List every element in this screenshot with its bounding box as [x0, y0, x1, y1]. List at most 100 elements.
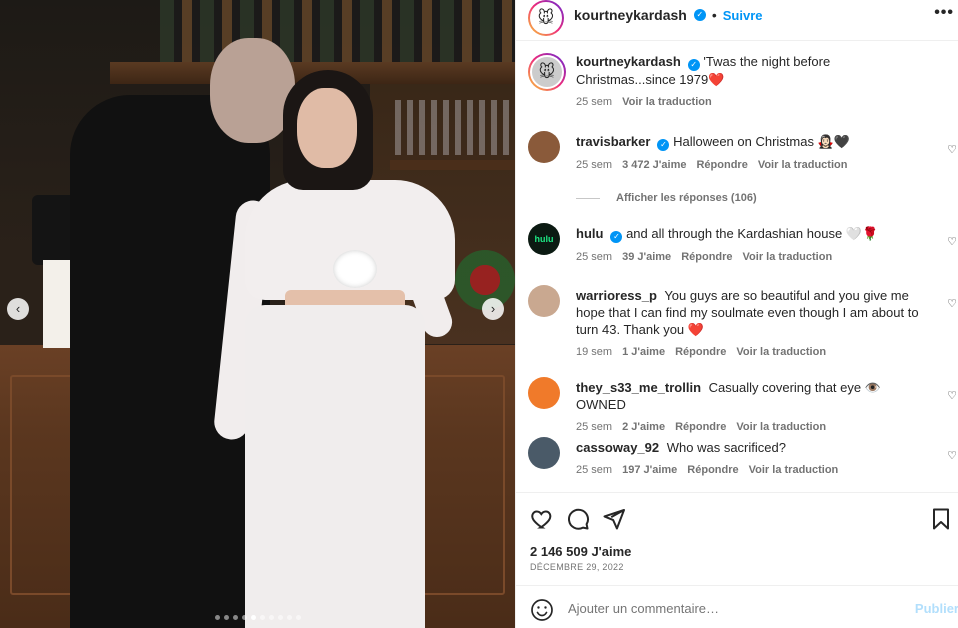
comment-username[interactable]: travisbarker	[576, 134, 650, 149]
comment-time[interactable]: 25 sem	[576, 421, 612, 433]
likes-count[interactable]: 2 146 509 J'aime	[530, 544, 631, 559]
reply-button[interactable]: Répondre	[675, 421, 726, 433]
hulu-logo: hulu	[534, 234, 554, 244]
comment-item: cassoway_92 Who was sacrificed? 25 sem 1…	[528, 437, 957, 476]
heart-emoji: ❤️	[708, 72, 725, 87]
bookmark-icon[interactable]	[929, 507, 953, 531]
translate-link[interactable]: Voir la traduction	[622, 96, 712, 108]
bar-shelf-lower	[390, 160, 515, 170]
comment-text: Halloween on Christmas 🧛🏻‍♀️🖤	[673, 134, 850, 149]
translate-link[interactable]: Voir la traduction	[736, 346, 826, 358]
glasses-row	[395, 100, 510, 155]
verified-icon: ✓	[657, 139, 670, 151]
avatar[interactable]	[528, 131, 560, 163]
comment-item: they_s33_me_trollin Casually covering th…	[528, 377, 957, 433]
caption-username[interactable]: kourtneykardash	[576, 54, 681, 69]
avatar[interactable]	[528, 437, 560, 469]
post-header: 🐭 kourtneykardash ✓ • Suivre •••	[516, 0, 958, 36]
like-comment-icon[interactable]: ♡	[947, 143, 957, 156]
comment-username[interactable]: they_s33_me_trollin	[576, 380, 701, 395]
reply-button[interactable]: Répondre	[696, 159, 747, 171]
like-comment-icon[interactable]: ♡	[947, 235, 957, 248]
like-comment-icon[interactable]: ♡	[947, 389, 957, 402]
more-options-icon[interactable]: •••	[934, 4, 954, 22]
comment-time[interactable]: 19 sem	[576, 346, 612, 358]
post-photo: ‹ ›	[0, 0, 515, 628]
carousel-dot	[259, 615, 265, 620]
reply-button[interactable]: Répondre	[675, 346, 726, 358]
comment-bubble-icon[interactable]	[566, 507, 590, 531]
comment-likes[interactable]: 39 J'aime	[622, 251, 671, 263]
reply-button[interactable]: Répondre	[681, 251, 732, 263]
comment-time[interactable]: 25 sem	[576, 464, 612, 476]
post-actions: 2 146 509 J'aime DÉCEMBRE 29, 2022 Publi…	[516, 492, 958, 628]
like-comment-icon[interactable]: ♡	[947, 297, 957, 310]
post-date: DÉCEMBRE 29, 2022	[530, 562, 624, 572]
translate-link[interactable]: Voir la traduction	[749, 464, 839, 476]
post-sidebar: 🐭 kourtneykardash ✓ • Suivre ••• 🐭 kourt…	[515, 0, 958, 628]
comment-time[interactable]: 25 sem	[576, 159, 612, 171]
carousel-dot	[277, 615, 283, 620]
carousel-dot	[223, 615, 229, 620]
comment-time[interactable]: 25 sem	[576, 251, 612, 263]
carousel-dot	[250, 615, 256, 620]
replies-line	[576, 197, 600, 199]
verified-icon: ✓	[610, 231, 623, 243]
show-replies-label: Afficher les réponses (106)	[616, 192, 757, 204]
avatar[interactable]: hulu	[528, 223, 560, 255]
carousel-dot	[232, 615, 238, 620]
carousel-dot	[295, 615, 301, 620]
verified-icon: ✓	[693, 9, 706, 21]
comment-text: Who was sacrificed?	[666, 440, 786, 455]
comment-likes[interactable]: 2 J'aime	[622, 421, 665, 433]
avatar[interactable]: 🐭	[530, 2, 562, 34]
follow-button[interactable]: Suivre	[723, 8, 763, 23]
woman-face	[297, 88, 357, 168]
separator: •	[711, 7, 717, 23]
comment-likes[interactable]: 1 J'aime	[622, 346, 665, 358]
carousel-dot	[268, 615, 274, 620]
instagram-post-modal: ‹ › 🐭 kourtneykardash ✓ • Suivre ••• 🐭 k…	[0, 0, 958, 628]
avatar[interactable]	[528, 377, 560, 409]
caption-time[interactable]: 25 sem	[576, 96, 612, 108]
translate-link[interactable]: Voir la traduction	[736, 421, 826, 433]
bottles-background	[160, 0, 515, 62]
like-heart-icon[interactable]	[530, 507, 554, 531]
carousel-next-button[interactable]: ›	[482, 298, 504, 320]
story-ring[interactable]: 🐭	[528, 0, 564, 36]
comments-list[interactable]: 🐭 kourtneykardash ✓ 'Twas the night befor…	[516, 40, 958, 492]
minnie-avatar-icon: 🐭	[537, 10, 555, 27]
comment-likes[interactable]: 3 472 J'aime	[622, 159, 686, 171]
translate-link[interactable]: Voir la traduction	[758, 159, 848, 171]
comment-item: travisbarker ✓ Halloween on Christmas 🧛🏻‍…	[528, 131, 957, 171]
comment-username[interactable]: hulu	[576, 226, 603, 241]
comment-input[interactable]	[568, 601, 868, 616]
share-paper-plane-icon[interactable]	[602, 507, 626, 531]
avatar[interactable]: 🐭	[530, 55, 564, 89]
header-username[interactable]: kourtneykardash	[574, 7, 687, 23]
comment-text: and all through the Kardashian house 🤍🌹	[626, 226, 879, 241]
carousel-dot	[214, 615, 220, 620]
caption: 🐭 kourtneykardash ✓ 'Twas the night befor…	[528, 53, 953, 108]
verified-icon: ✓	[687, 59, 700, 71]
carousel-prev-button[interactable]: ‹	[7, 298, 29, 320]
comment-username[interactable]: cassoway_92	[576, 440, 659, 455]
comment-item: warrioress_p You guys are so beautiful a…	[528, 285, 957, 358]
emoji-picker-icon[interactable]	[530, 598, 554, 622]
like-comment-icon[interactable]: ♡	[947, 449, 957, 462]
carousel-dot	[241, 615, 247, 620]
comment-item: hulu hulu ✓ and all through the Kardashia…	[528, 223, 957, 263]
woman-skirt	[245, 305, 425, 628]
show-replies-button[interactable]: Afficher les réponses (106)	[576, 192, 757, 204]
carousel-indicator	[0, 615, 515, 620]
carousel-dot	[286, 615, 292, 620]
comment-likes[interactable]: 197 J'aime	[622, 464, 677, 476]
add-comment-bar: Publier	[516, 585, 958, 628]
reply-button[interactable]: Répondre	[687, 464, 738, 476]
minnie-avatar-icon: 🐭	[538, 64, 556, 81]
comment-username[interactable]: warrioress_p	[576, 288, 657, 303]
avatar[interactable]	[528, 285, 560, 317]
rose-brooch	[333, 250, 377, 288]
translate-link[interactable]: Voir la traduction	[743, 251, 833, 263]
post-comment-button[interactable]: Publier	[915, 601, 958, 616]
